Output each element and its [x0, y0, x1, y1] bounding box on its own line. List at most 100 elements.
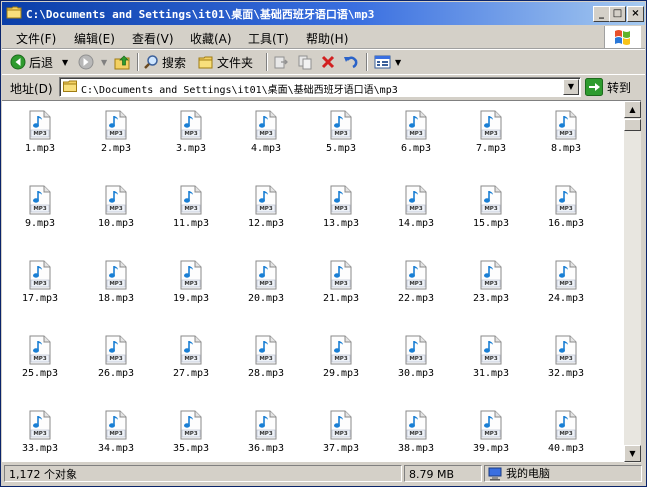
file-item[interactable]: MP3 40.mp3: [536, 404, 602, 462]
scroll-up-button[interactable]: ▲: [624, 101, 641, 118]
file-item[interactable]: MP3 37.mp3: [311, 404, 377, 462]
file-type-badge: MP3: [559, 131, 573, 137]
file-type-badge: MP3: [33, 206, 47, 212]
file-name: 25.mp3: [21, 368, 59, 379]
file-item[interactable]: MP3 23.mp3: [461, 254, 527, 324]
menu-view[interactable]: 查看(V): [132, 30, 174, 47]
file-name: 14.mp3: [397, 218, 435, 229]
folder-icon: [63, 80, 77, 92]
file-name: 13.mp3: [322, 218, 360, 229]
title-bar[interactable]: C:\Documents and Settings\it01\桌面\基础西班牙语…: [2, 2, 645, 25]
file-name: 36.mp3: [247, 443, 285, 454]
menu-help[interactable]: 帮助(H): [306, 30, 348, 47]
folders-button[interactable]: 文件夹: [198, 53, 253, 71]
go-arrow-icon: [585, 78, 603, 96]
forward-dropdown-icon[interactable]: ▼: [101, 58, 107, 67]
file-item[interactable]: MP3 22.mp3: [386, 254, 452, 324]
file-type-badge: MP3: [109, 431, 123, 437]
close-button[interactable]: ×: [627, 6, 644, 22]
file-item[interactable]: MP3 33.mp3: [10, 404, 76, 462]
file-item[interactable]: MP3 5.mp3: [311, 104, 377, 174]
file-item[interactable]: MP3 25.mp3: [10, 329, 76, 399]
file-item[interactable]: MP3 21.mp3: [311, 254, 377, 324]
file-item[interactable]: MP3 31.mp3: [461, 329, 527, 399]
delete-button[interactable]: [320, 53, 336, 71]
file-item[interactable]: MP3 39.mp3: [461, 404, 527, 462]
file-type-badge: MP3: [559, 431, 573, 437]
file-type-badge: MP3: [484, 431, 498, 437]
file-item[interactable]: MP3 19.mp3: [161, 254, 227, 324]
file-name: 26.mp3: [97, 368, 135, 379]
move-to-button[interactable]: [273, 53, 289, 71]
file-item[interactable]: MP3 32.mp3: [536, 329, 602, 399]
file-item[interactable]: MP3 3.mp3: [161, 104, 227, 174]
undo-button[interactable]: [343, 53, 359, 71]
file-name: 5.mp3: [325, 143, 357, 154]
menu-tools[interactable]: 工具(T): [248, 30, 289, 47]
file-item[interactable]: MP3 34.mp3: [86, 404, 152, 462]
search-button[interactable]: 搜索: [143, 53, 186, 71]
file-item[interactable]: MP3 14.mp3: [386, 179, 452, 249]
file-item[interactable]: MP3 26.mp3: [86, 329, 152, 399]
file-item[interactable]: MP3 28.mp3: [236, 329, 302, 399]
file-item[interactable]: MP3 10.mp3: [86, 179, 152, 249]
file-type-badge: MP3: [184, 131, 198, 137]
maximize-button[interactable]: □: [609, 6, 626, 22]
file-list[interactable]: MP3 1.mp3 MP3 2.mp3 MP3 3.mp3 MP3 4.mp3 MP3 5.mp3…: [2, 100, 624, 462]
toolbar-separator: [366, 53, 368, 71]
file-item[interactable]: MP3 2.mp3: [86, 104, 152, 174]
file-type-badge: MP3: [109, 206, 123, 212]
file-name: 24.mp3: [547, 293, 585, 304]
file-type-badge: MP3: [334, 131, 348, 137]
file-item[interactable]: MP3 7.mp3: [461, 104, 527, 174]
file-type-badge: MP3: [33, 131, 47, 137]
file-item[interactable]: MP3 35.mp3: [161, 404, 227, 462]
scroll-down-button[interactable]: ▼: [624, 445, 641, 462]
up-button[interactable]: [114, 53, 132, 71]
back-label: 后退: [29, 55, 54, 70]
file-item[interactable]: MP3 27.mp3: [161, 329, 227, 399]
views-dropdown-icon[interactable]: ▼: [395, 58, 401, 67]
copy-to-button[interactable]: [297, 53, 313, 71]
file-item[interactable]: MP3 12.mp3: [236, 179, 302, 249]
menu-favorites[interactable]: 收藏(A): [190, 30, 232, 47]
file-item[interactable]: MP3 20.mp3: [236, 254, 302, 324]
windows-logo-icon: [604, 26, 641, 48]
up-folder-icon: [114, 55, 130, 70]
file-item[interactable]: MP3 11.mp3: [161, 179, 227, 249]
address-label: 地址(D): [10, 82, 53, 96]
minimize-button[interactable]: _: [593, 6, 610, 22]
file-item[interactable]: MP3 1.mp3: [10, 104, 76, 174]
file-item[interactable]: MP3 13.mp3: [311, 179, 377, 249]
file-item[interactable]: MP3 24.mp3: [536, 254, 602, 324]
file-type-badge: MP3: [559, 356, 573, 362]
address-input[interactable]: C:\Documents and Settings\it01\桌面\基础西班牙语…: [59, 77, 581, 97]
menu-edit[interactable]: 编辑(E): [74, 30, 115, 47]
forward-arrow-icon: [78, 54, 94, 70]
file-item[interactable]: MP3 29.mp3: [311, 329, 377, 399]
file-type-badge: MP3: [559, 281, 573, 287]
file-type-badge: MP3: [334, 281, 348, 287]
file-item[interactable]: MP3 18.mp3: [86, 254, 152, 324]
back-button[interactable]: 后退 ▼: [10, 53, 68, 71]
file-item[interactable]: MP3 4.mp3: [236, 104, 302, 174]
file-item[interactable]: MP3 9.mp3: [10, 179, 76, 249]
address-dropdown-icon[interactable]: ▼: [563, 79, 579, 95]
back-dropdown-icon[interactable]: ▼: [62, 58, 68, 67]
file-item[interactable]: MP3 6.mp3: [386, 104, 452, 174]
file-item[interactable]: MP3 38.mp3: [386, 404, 452, 462]
status-location: 我的电脑: [506, 467, 550, 480]
go-button[interactable]: 转到: [585, 77, 631, 97]
status-size: 8.79 MB: [404, 465, 482, 482]
file-item[interactable]: MP3 16.mp3: [536, 179, 602, 249]
file-item[interactable]: MP3 8.mp3: [536, 104, 602, 174]
file-item[interactable]: MP3 36.mp3: [236, 404, 302, 462]
menu-file[interactable]: 文件(F): [16, 30, 56, 47]
file-item[interactable]: MP3 30.mp3: [386, 329, 452, 399]
forward-button[interactable]: ▼: [78, 53, 107, 71]
vertical-scrollbar[interactable]: ▲ ▼: [624, 100, 641, 463]
views-button[interactable]: ▼: [374, 53, 401, 71]
scroll-thumb[interactable]: [624, 119, 641, 131]
file-item[interactable]: MP3 17.mp3: [10, 254, 76, 324]
file-item[interactable]: MP3 15.mp3: [461, 179, 527, 249]
